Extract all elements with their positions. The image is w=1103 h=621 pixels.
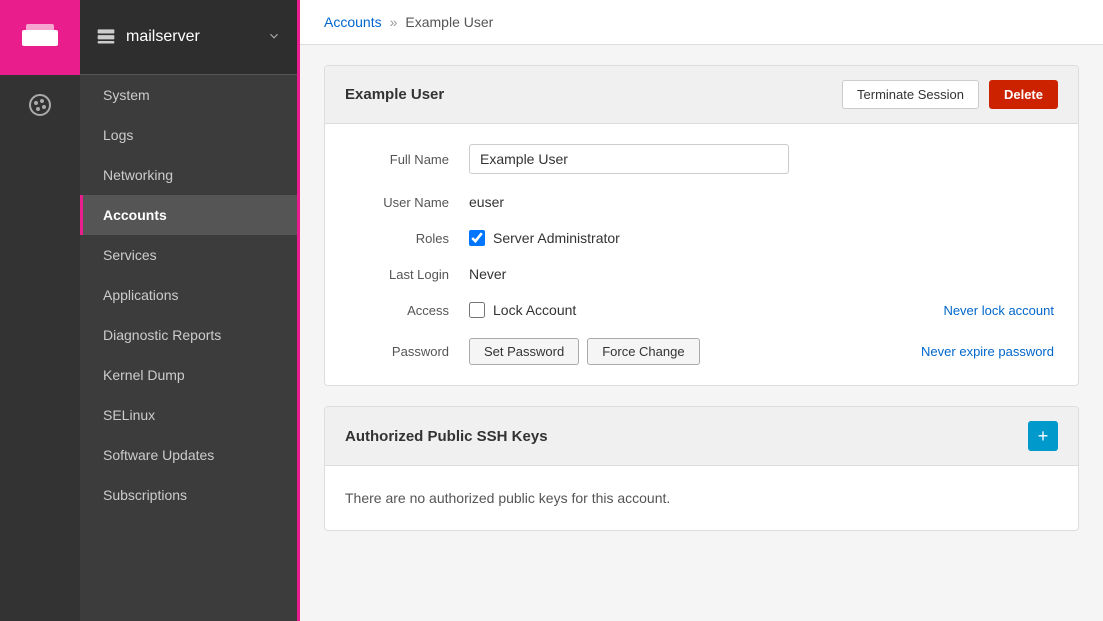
- set-password-button[interactable]: Set Password: [469, 338, 579, 365]
- server-name: mailserver: [126, 28, 267, 46]
- terminate-session-button[interactable]: Terminate Session: [842, 80, 979, 109]
- palette-icon: [28, 93, 52, 117]
- sidebar-header: mailserver: [80, 0, 297, 75]
- sidebar-nav: System Logs Networking Accounts Services…: [80, 75, 297, 621]
- roles-label: Roles: [349, 231, 469, 246]
- user-card-title: Example User: [345, 86, 444, 103]
- force-change-button[interactable]: Force Change: [587, 338, 699, 365]
- sidebar: mailserver System Logs Networking Accoun…: [80, 0, 300, 621]
- ssh-empty-message: There are no authorized public keys for …: [325, 466, 1078, 530]
- user-card-body: Full Name User Name euser Roles Server A…: [325, 124, 1078, 385]
- user-card-header: Example User Terminate Session Delete: [325, 66, 1078, 124]
- full-name-label: Full Name: [349, 152, 469, 167]
- roles-content: Server Administrator: [469, 230, 620, 246]
- username-value: euser: [469, 194, 504, 210]
- password-row: Password Set Password Force Change Never…: [349, 338, 1054, 365]
- last-login-value: Never: [469, 266, 506, 282]
- user-card-actions: Terminate Session Delete: [842, 80, 1058, 109]
- last-login-row: Last Login Never: [349, 266, 1054, 282]
- server-admin-checkbox[interactable]: [469, 230, 485, 246]
- content-area: Example User Terminate Session Delete Fu…: [300, 45, 1103, 551]
- ssh-card-header: Authorized Public SSH Keys +: [325, 407, 1078, 466]
- sidebar-item-logs[interactable]: Logs: [80, 115, 297, 155]
- palette-icon-button[interactable]: [0, 75, 80, 135]
- server-icon: [96, 26, 116, 49]
- sidebar-item-subscriptions[interactable]: Subscriptions: [80, 475, 297, 515]
- sidebar-item-selinux[interactable]: SELinux: [80, 395, 297, 435]
- breadcrumb-current: Example User: [405, 14, 493, 30]
- password-content: Set Password Force Change Never expire p…: [469, 338, 1054, 365]
- password-label: Password: [349, 344, 469, 359]
- sidebar-item-diagnostic-reports[interactable]: Diagnostic Reports: [80, 315, 297, 355]
- breadcrumb-separator: »: [390, 14, 398, 30]
- never-expire-password-link[interactable]: Never expire password: [921, 344, 1054, 359]
- role-name: Server Administrator: [493, 230, 620, 246]
- main-content: Accounts » Example User Example User Ter…: [300, 0, 1103, 621]
- lock-account-checkbox[interactable]: [469, 302, 485, 318]
- sidebar-item-software-updates[interactable]: Software Updates: [80, 435, 297, 475]
- access-content: Lock Account Never lock account: [469, 302, 1054, 318]
- username-label: User Name: [349, 195, 469, 210]
- sidebar-item-system[interactable]: System: [80, 75, 297, 115]
- sidebar-item-networking[interactable]: Networking: [80, 155, 297, 195]
- app-logo: [0, 0, 80, 75]
- sidebar-item-services[interactable]: Services: [80, 235, 297, 275]
- sidebar-item-accounts[interactable]: Accounts: [80, 195, 297, 235]
- lock-account-label: Lock Account: [493, 302, 576, 318]
- breadcrumb: Accounts » Example User: [300, 0, 1103, 45]
- sidebar-item-applications[interactable]: Applications: [80, 275, 297, 315]
- full-name-input[interactable]: [469, 144, 789, 174]
- full-name-row: Full Name: [349, 144, 1054, 174]
- roles-row: Roles Server Administrator: [349, 230, 1054, 246]
- ssh-keys-card: Authorized Public SSH Keys + There are n…: [324, 406, 1079, 531]
- sidebar-item-kernel-dump[interactable]: Kernel Dump: [80, 355, 297, 395]
- access-label: Access: [349, 303, 469, 318]
- username-row: User Name euser: [349, 194, 1054, 210]
- logo-icon: [22, 20, 58, 56]
- never-lock-link[interactable]: Never lock account: [943, 303, 1054, 318]
- breadcrumb-parent-link[interactable]: Accounts: [324, 14, 382, 30]
- chevron-down-icon[interactable]: [267, 29, 281, 46]
- icon-bar: [0, 0, 80, 621]
- lock-account-group: Lock Account: [469, 302, 576, 318]
- last-login-label: Last Login: [349, 267, 469, 282]
- add-ssh-key-button[interactable]: +: [1028, 421, 1058, 451]
- delete-user-button[interactable]: Delete: [989, 80, 1058, 109]
- access-row: Access Lock Account Never lock account: [349, 302, 1054, 318]
- password-buttons: Set Password Force Change: [469, 338, 700, 365]
- ssh-card-title: Authorized Public SSH Keys: [345, 428, 548, 445]
- user-card: Example User Terminate Session Delete Fu…: [324, 65, 1079, 386]
